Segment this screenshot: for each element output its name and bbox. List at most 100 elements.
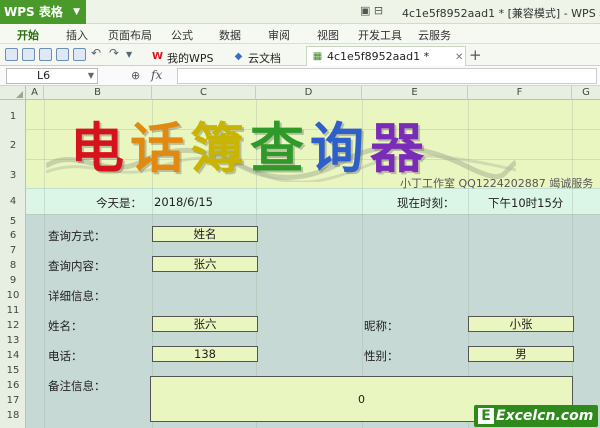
app-title: 电话簿查询器 <box>70 104 430 183</box>
title-char: 簿 <box>190 116 250 180</box>
menu-developer[interactable]: 开发工具 <box>358 27 402 43</box>
formula-bar: L6 ▼ ⊕ fx <box>0 66 600 86</box>
column-a[interactable]: A <box>26 86 44 100</box>
excel-logo-icon: E <box>478 408 494 424</box>
column-f[interactable]: F <box>468 86 572 100</box>
export-pdf-icon[interactable] <box>39 48 52 61</box>
now-value: 下午10时15分 <box>488 196 564 210</box>
row-10[interactable]: 10 <box>0 290 26 301</box>
column-g[interactable]: G <box>572 86 600 100</box>
title-char: 话 <box>130 116 190 180</box>
zoom-search-icon[interactable]: ⊕ <box>131 69 140 82</box>
name-label: 姓名： <box>48 319 83 333</box>
note-label: 备注信息： <box>48 379 106 393</box>
menu-insert[interactable]: 插入 <box>66 27 88 43</box>
name-box-value: L6 <box>37 69 51 82</box>
undo-icon[interactable]: ↶ <box>91 46 101 60</box>
column-c[interactable]: C <box>152 86 256 100</box>
tab-label: 云文档 <box>248 52 281 65</box>
row-2[interactable]: 2 <box>0 140 26 151</box>
tab-label: 4c1e5f8952aad1 * <box>327 50 430 63</box>
row-4[interactable]: 4 <box>0 196 26 207</box>
app-menu-button[interactable]: WPS 表格 ▼ <box>0 0 86 24</box>
site-watermark: E Excelcn.com <box>474 405 598 427</box>
formula-input[interactable] <box>177 68 597 84</box>
query-method-label: 查询方式： <box>48 229 106 243</box>
menu-review[interactable]: 审阅 <box>268 27 290 43</box>
menu-data[interactable]: 数据 <box>219 27 241 43</box>
add-tab-icon[interactable]: + <box>469 46 482 64</box>
new-file-icon[interactable] <box>5 48 18 61</box>
query-content-field[interactable]: 张六 <box>152 256 258 272</box>
customize-toolbar-icon[interactable]: ▼ <box>126 50 132 59</box>
function-icon[interactable]: fx <box>151 68 162 82</box>
title-char: 器 <box>370 116 430 180</box>
row-header: 1 2 3 4 5 6 7 8 9 10 11 12 13 14 15 16 1… <box>0 100 26 428</box>
row-7[interactable]: 7 <box>0 245 26 256</box>
menu-home[interactable]: 开始 <box>17 27 39 43</box>
column-d[interactable]: D <box>256 86 362 100</box>
row-11[interactable]: 11 <box>0 305 26 316</box>
menu-cloud[interactable]: 云服务 <box>418 27 451 43</box>
row-8[interactable]: 8 <box>0 260 26 271</box>
title-bar: WPS 表格 ▼ ▣ ⊟ 4c1e5f8952aad1 * [兼容模式] - W… <box>0 0 600 24</box>
chevron-down-icon: ▼ <box>87 71 94 80</box>
menu-view[interactable]: 视图 <box>317 27 339 43</box>
title-char: 电 <box>70 116 130 180</box>
row-13[interactable]: 13 <box>0 335 26 346</box>
window-title: 4c1e5f8952aad1 * [兼容模式] - WPS 表格 <box>402 7 600 20</box>
watermark-text: Excelcn.com <box>496 408 594 424</box>
row-17[interactable]: 17 <box>0 395 26 406</box>
row-16[interactable]: 16 <box>0 380 26 391</box>
column-b[interactable]: B <box>44 86 152 100</box>
today-label: 今天是： <box>96 196 142 210</box>
row-18[interactable]: 18 <box>0 410 26 421</box>
row-12[interactable]: 12 <box>0 320 26 331</box>
row-1[interactable]: 1 <box>0 111 26 122</box>
worksheet[interactable]: 电话簿查询器 小丁工作室 QQ1224202887 竭诚服务 今天是： 2018… <box>26 100 600 428</box>
tab-label: 我的WPS <box>167 52 214 65</box>
menu-bar: 开始 插入 页面布局 公式 数据 审阅 视图 开发工具 云服务 <box>0 24 600 44</box>
row-9[interactable]: 9 <box>0 275 26 286</box>
name-field[interactable]: 张六 <box>152 316 258 332</box>
today-value: 2018/6/15 <box>154 195 213 209</box>
print-preview-icon[interactable] <box>73 48 86 61</box>
now-label: 现在时刻： <box>397 196 455 210</box>
row-5[interactable]: 5 <box>0 216 26 227</box>
tab-cloud-docs[interactable]: ◆ 云文档 <box>227 46 288 66</box>
query-method-field[interactable]: 姓名 <box>152 226 258 242</box>
wps-logo-icon: W <box>152 51 164 62</box>
name-box[interactable]: L6 ▼ <box>6 68 98 84</box>
menu-page-layout[interactable]: 页面布局 <box>108 27 152 43</box>
save-icon[interactable] <box>22 48 35 61</box>
grid-line <box>26 214 600 215</box>
row-14[interactable]: 14 <box>0 350 26 361</box>
grid-line <box>44 100 45 428</box>
select-all-corner[interactable] <box>0 86 26 100</box>
column-header: A B C D E F G <box>0 86 600 100</box>
cloud-cube-icon: ◆ <box>234 51 243 62</box>
close-icon[interactable]: ✕ <box>455 52 463 63</box>
redo-icon[interactable]: ↷ <box>109 46 119 60</box>
query-content-label: 查询内容： <box>48 259 106 273</box>
phone-label: 电话： <box>48 349 83 363</box>
window-tools-icon[interactable]: ▣ ⊟ <box>360 4 383 17</box>
detail-label: 详细信息： <box>48 289 106 303</box>
gender-field[interactable]: 男 <box>468 346 574 362</box>
column-e[interactable]: E <box>362 86 468 100</box>
gender-label: 性别： <box>364 349 399 363</box>
nickname-label: 昵称： <box>364 319 399 333</box>
menu-formula[interactable]: 公式 <box>171 27 193 43</box>
studio-credit: 小丁工作室 QQ1224202887 竭诚服务 <box>400 177 594 190</box>
row-6[interactable]: 6 <box>0 230 26 241</box>
title-char: 查 <box>250 116 310 180</box>
tab-my-wps[interactable]: W 我的WPS <box>146 46 221 66</box>
chevron-down-icon: ▼ <box>73 7 80 17</box>
phone-field[interactable]: 138 <box>152 346 258 362</box>
tab-current-workbook[interactable]: ▦ 4c1e5f8952aad1 * ✕ <box>306 46 466 66</box>
quick-access-toolbar: ↶ ↷ ▼ W 我的WPS ◆ 云文档 ▦ 4c1e5f8952aad1 * ✕… <box>0 44 600 66</box>
row-3[interactable]: 3 <box>0 170 26 181</box>
row-15[interactable]: 15 <box>0 365 26 376</box>
print-icon[interactable] <box>56 48 69 61</box>
nickname-field[interactable]: 小张 <box>468 316 574 332</box>
